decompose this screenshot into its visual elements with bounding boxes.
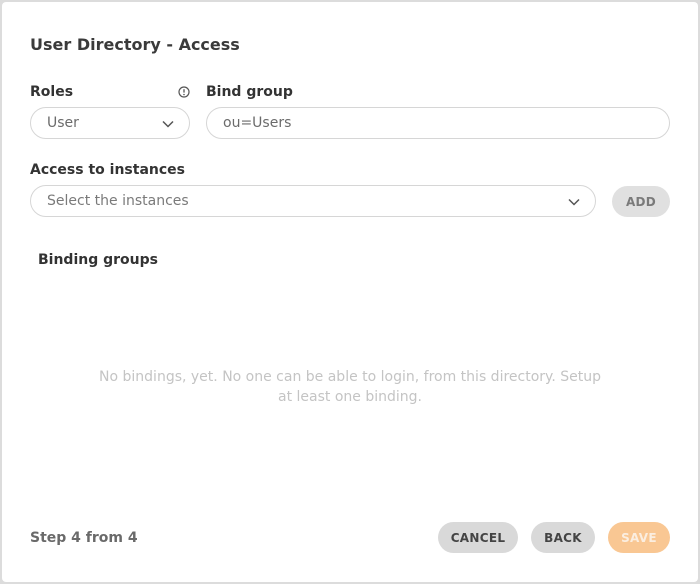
empty-bindings-message: No bindings, yet. No one can be able to … bbox=[99, 369, 601, 405]
bind-group-input[interactable]: ou=Users bbox=[206, 107, 670, 139]
chevron-down-icon bbox=[162, 120, 174, 128]
info-icon[interactable] bbox=[178, 86, 190, 98]
roles-select[interactable]: User bbox=[30, 107, 190, 139]
bind-group-value: ou=Users bbox=[223, 115, 292, 131]
chevron-down-icon bbox=[568, 198, 580, 206]
instances-select[interactable]: Select the instances bbox=[30, 185, 596, 217]
dialog-title: User Directory - Access bbox=[30, 35, 240, 54]
bind-group-label: Bind group bbox=[206, 84, 293, 100]
step-indicator: Step 4 from 4 bbox=[30, 530, 138, 546]
cancel-button[interactable]: CANCEL bbox=[438, 522, 518, 553]
roles-select-value: User bbox=[47, 115, 79, 131]
roles-label: Roles bbox=[30, 84, 74, 100]
instances-placeholder: Select the instances bbox=[47, 193, 189, 209]
add-button[interactable]: ADD bbox=[612, 186, 670, 217]
back-button[interactable]: BACK bbox=[531, 522, 595, 553]
instances-label: Access to instances bbox=[30, 162, 185, 178]
user-directory-dialog: User Directory - Access Roles User Bind … bbox=[2, 2, 698, 582]
binding-groups-heading: Binding groups bbox=[38, 252, 158, 268]
save-button[interactable]: SAVE bbox=[608, 522, 670, 553]
